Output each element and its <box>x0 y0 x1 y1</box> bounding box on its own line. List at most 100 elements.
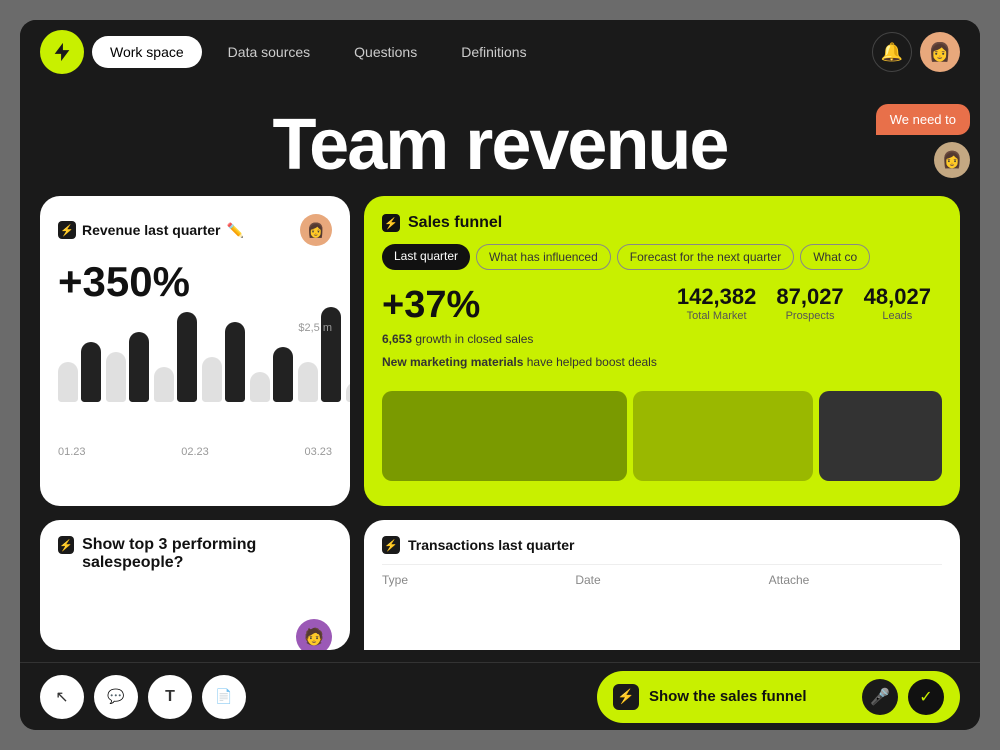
bar-dark-3 <box>225 322 245 402</box>
query-label: Show top 3 performing salespeople? <box>82 536 332 572</box>
stat-total-num: 142,382 <box>677 284 757 310</box>
page-title-area: Team revenue We need to 👩 <box>20 84 980 196</box>
bar-light-0 <box>58 362 78 402</box>
funnel-title: Sales funnel <box>408 214 502 232</box>
mic-button[interactable]: 🎤 <box>862 679 898 715</box>
funnel-note-2: New marketing materials have helped boos… <box>382 354 657 371</box>
funnel-bolt-icon: ⚡ <box>382 214 400 232</box>
bar-group-2 <box>154 312 197 402</box>
document-tool-button[interactable]: 📄 <box>202 675 246 719</box>
send-button[interactable]: ✓ <box>908 679 944 715</box>
funnel-stat-total: 142,382 Total Market <box>677 284 757 322</box>
chat-input-area[interactable]: ⚡ Show the sales funnel 🎤 ✓ <box>597 671 960 723</box>
funnel-block-1 <box>382 391 627 481</box>
nav-definitions[interactable]: Definitions <box>443 36 544 68</box>
col-attach: Attache <box>769 573 942 587</box>
revenue-card-header: ⚡ Revenue last quarter ✏️ 👩 <box>58 214 332 246</box>
note1-bold: 6,653 <box>382 332 412 346</box>
bar-dark-2 <box>177 312 197 402</box>
funnel-big-pct: +37% <box>382 284 657 327</box>
note2-text: have helped boost deals <box>523 355 656 369</box>
bar-light-1 <box>106 352 126 402</box>
chat-text: Show the sales funnel <box>649 688 852 705</box>
funnel-blocks <box>382 391 942 481</box>
bar-group-4 <box>250 347 293 402</box>
revenue-avatar: 👩 <box>300 214 332 246</box>
cursor-tool-button[interactable]: ↖ <box>40 675 84 719</box>
content-grid: ⚡ Revenue last quarter ✏️ 👩 +350% $2,5 m… <box>20 196 980 660</box>
bar-group-6 <box>346 352 350 402</box>
revenue-big-number: +350% <box>58 258 332 306</box>
bar-group-0 <box>58 342 101 402</box>
bar-dark-1 <box>129 332 149 402</box>
note2-bold: New marketing materials <box>382 355 523 369</box>
stat-prospects-label: Prospects <box>786 310 835 322</box>
funnel-stats-row: +37% 6,653 growth in closed sales New ma… <box>382 284 942 377</box>
col-date: Date <box>575 573 748 587</box>
comment-tool-button[interactable]: 💬 <box>94 675 138 719</box>
bar-light-2 <box>154 367 174 402</box>
bar-dark-0 <box>81 342 101 402</box>
date-label-2: 02.23 <box>181 446 209 458</box>
revenue-card: ⚡ Revenue last quarter ✏️ 👩 +350% $2,5 m… <box>40 196 350 506</box>
bottom-toolbar: ↖ 💬 T 📄 ⚡ Show the sales funnel 🎤 ✓ <box>20 662 980 730</box>
bar-group-1 <box>106 332 149 402</box>
user-avatar[interactable]: 👩 <box>920 32 960 72</box>
funnel-header: ⚡ Sales funnel <box>382 214 942 232</box>
page-title: Team revenue <box>20 104 980 186</box>
transactions-card: ⚡ Transactions last quarter Type Date At… <box>364 520 960 650</box>
tag-what-co[interactable]: What co <box>800 244 870 270</box>
col-type: Type <box>382 573 555 587</box>
chart-label-top: $2,5 m <box>298 322 332 334</box>
we-need-avatar: 👩 <box>934 142 970 178</box>
transactions-bolt-icon: ⚡ <box>382 536 400 554</box>
chart-dates: 01.23 02.23 03.23 <box>58 446 332 458</box>
bar-light-5 <box>298 362 318 402</box>
nav-workspace[interactable]: Work space <box>92 36 202 68</box>
note1-text: growth in closed sales <box>412 332 533 346</box>
revenue-title: Revenue last quarter <box>82 222 221 238</box>
funnel-stat-prospects: 87,027 Prospects <box>776 284 843 322</box>
tag-last-quarter[interactable]: Last quarter <box>382 244 470 270</box>
query-bolt-icon: ⚡ <box>58 536 74 554</box>
funnel-notes: 6,653 growth in closed sales New marketi… <box>382 331 657 371</box>
funnel-block-3 <box>819 391 942 481</box>
transactions-label: Transactions last quarter <box>408 537 575 553</box>
query-text: ⚡ Show top 3 performing salespeople? <box>58 536 332 572</box>
funnel-block-2 <box>633 391 813 481</box>
revenue-title-row: ⚡ Revenue last quarter ✏️ <box>58 221 244 239</box>
tag-forecast[interactable]: Forecast for the next quarter <box>617 244 794 270</box>
logo-button[interactable] <box>40 30 84 74</box>
tag-influenced[interactable]: What has influenced <box>476 244 611 270</box>
stat-prospects-num: 87,027 <box>776 284 843 310</box>
stat-leads-label: Leads <box>882 310 912 322</box>
date-label-1: 01.23 <box>58 446 86 458</box>
app-container: Work space Data sources Questions Defini… <box>20 20 980 730</box>
bar-light-3 <box>202 357 222 402</box>
nav-datasources[interactable]: Data sources <box>210 36 328 68</box>
sales-funnel-card: ⚡ Sales funnel Last quarter What has inf… <box>364 196 960 506</box>
stat-leads-num: 48,027 <box>864 284 931 310</box>
funnel-pct-col: +37% 6,653 growth in closed sales New ma… <box>382 284 657 377</box>
funnel-stat-leads: 48,027 Leads <box>864 284 931 322</box>
filter-tags: Last quarter What has influenced Forecas… <box>382 244 942 270</box>
stat-total-label: Total Market <box>687 310 747 322</box>
bolt-icon: ⚡ <box>58 221 76 239</box>
chat-bolt-icon: ⚡ <box>613 684 639 710</box>
query-card: ⚡ Show top 3 performing salespeople? 🧑 <box>40 520 350 650</box>
revenue-bar-chart: $2,5 m <box>58 322 332 442</box>
we-need-badge: We need to <box>876 104 970 135</box>
bar-group-3 <box>202 322 245 402</box>
query-avatar: 🧑 <box>296 619 332 650</box>
transactions-table-header: Type Date Attache <box>382 564 942 587</box>
bar-dark-4 <box>273 347 293 402</box>
notification-bell[interactable]: 🔔 <box>872 32 912 72</box>
text-tool-button[interactable]: T <box>148 675 192 719</box>
bar-light-6 <box>346 382 350 402</box>
date-label-3: 03.23 <box>304 446 332 458</box>
nav-questions[interactable]: Questions <box>336 36 435 68</box>
funnel-note-1: 6,653 growth in closed sales <box>382 331 657 348</box>
edit-icon[interactable]: ✏️ <box>227 222 244 239</box>
navbar: Work space Data sources Questions Defini… <box>20 20 980 84</box>
transactions-title: ⚡ Transactions last quarter <box>382 536 942 554</box>
